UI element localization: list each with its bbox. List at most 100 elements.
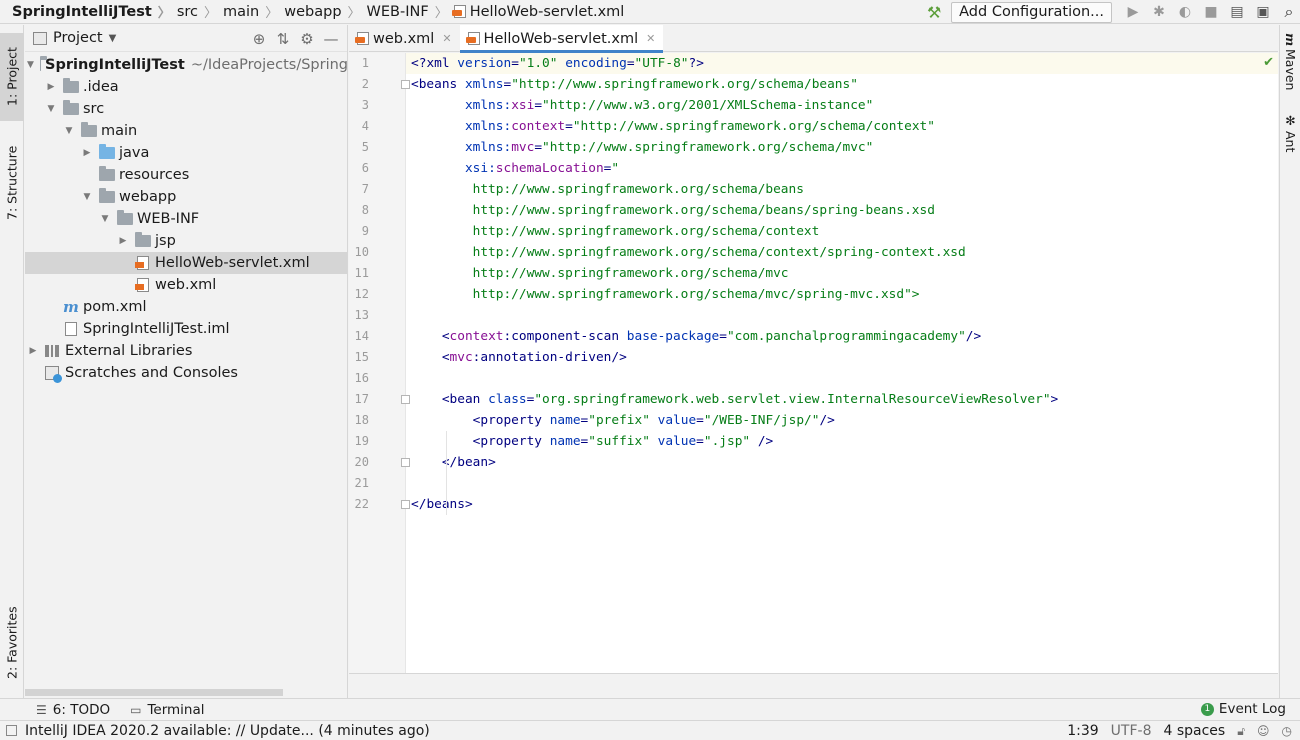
tab-web-xml[interactable]: web.xml ✕: [349, 25, 460, 52]
code-line[interactable]: http://www.springframework.org/schema/mv…: [411, 263, 1271, 284]
fold-marker-icon[interactable]: [401, 500, 410, 509]
file-encoding[interactable]: UTF-8: [1111, 723, 1152, 739]
code-line[interactable]: http://www.springframework.org/schema/be…: [411, 179, 1271, 200]
code-line[interactable]: http://www.springframework.org/schema/co…: [411, 242, 1271, 263]
inspector-icon[interactable]: ☺: [1257, 724, 1270, 738]
code-line[interactable]: <mvc:annotation-driven/>: [411, 347, 1271, 368]
code-line[interactable]: http://www.springframework.org/schema/mv…: [411, 284, 1271, 305]
code-line[interactable]: http://www.springframework.org/schema/be…: [411, 200, 1271, 221]
gear-icon[interactable]: ⚙: [295, 29, 319, 49]
locate-file-icon[interactable]: ⊕: [247, 29, 271, 49]
project-structure-icon[interactable]: ▤: [1226, 2, 1248, 22]
breadcrumb-file[interactable]: HelloWeb-servlet.xml: [451, 4, 624, 20]
code-line[interactable]: [411, 473, 1271, 494]
tree-item-iml[interactable]: SpringIntelliJTest.iml: [25, 318, 347, 340]
caret-position[interactable]: 1:39: [1067, 723, 1098, 739]
indent-setting[interactable]: 4 spaces: [1163, 723, 1225, 739]
code-line[interactable]: xsi:schemaLocation=": [411, 158, 1271, 179]
expanded-arrow-icon[interactable]: ▼: [27, 60, 34, 70]
collapsed-arrow-icon[interactable]: ▶: [117, 236, 129, 246]
code-content[interactable]: <?xml version="1.0" encoding="UTF-8"?> <b…: [411, 53, 1271, 515]
breadcrumb-web-inf[interactable]: WEB-INF 〉: [366, 2, 454, 22]
code-line[interactable]: <beans xmlns="http://www.springframework…: [411, 74, 1271, 95]
code-line[interactable]: http://www.springframework.org/schema/co…: [411, 221, 1271, 242]
code-line[interactable]: xmlns:xsi="http://www.w3.org/2001/XMLSch…: [411, 95, 1271, 116]
xml-file-icon: [465, 32, 480, 45]
debug-icon[interactable]: ✱: [1148, 2, 1170, 22]
tree-item-external-libraries[interactable]: ▶ External Libraries: [25, 340, 347, 362]
code-line[interactable]: xmlns:mvc="http://www.springframework.or…: [411, 137, 1271, 158]
code-line[interactable]: [411, 305, 1271, 326]
tree-item-pom-xml[interactable]: m pom.xml: [25, 296, 347, 318]
code-line[interactable]: <bean class="org.springframework.web.ser…: [411, 389, 1271, 410]
tree-item-jsp[interactable]: ▶ jsp: [25, 230, 347, 252]
tab-maven[interactable]: m Maven: [1280, 33, 1300, 93]
hide-panel-icon[interactable]: —: [319, 29, 343, 49]
build-hammer-icon[interactable]: ⚒: [923, 2, 945, 22]
expanded-arrow-icon[interactable]: ▼: [45, 104, 57, 114]
project-view-selector[interactable]: Project: [53, 30, 103, 46]
code-editor[interactable]: 1 2 3 4 5 6 7 8 9 10 11 12 13 14 15 16 17 18 19 20 21 22 <?xm…: [349, 53, 1278, 697]
fold-marker-icon[interactable]: [401, 458, 410, 467]
tab-project[interactable]: 1: Project: [0, 33, 24, 121]
tab-favorites[interactable]: 2: Favorites: [0, 595, 24, 691]
tree-item-resources[interactable]: resources: [25, 164, 347, 186]
breadcrumb-main[interactable]: main 〉: [223, 2, 284, 22]
expanded-arrow-icon[interactable]: ▼: [63, 126, 75, 136]
line-number: 15: [354, 350, 369, 364]
stop-icon[interactable]: ■: [1200, 2, 1222, 22]
search-icon[interactable]: ⌕: [1278, 2, 1300, 22]
close-icon[interactable]: ✕: [646, 32, 655, 45]
tree-item-helloweb-servlet-xml[interactable]: HelloWeb-servlet.xml: [25, 252, 347, 274]
run-icon[interactable]: ▶: [1122, 2, 1144, 22]
tree-item-main[interactable]: ▼ main: [25, 120, 347, 142]
collapsed-arrow-icon[interactable]: ▶: [45, 82, 57, 92]
code-line[interactable]: <context:component-scan base-package="co…: [411, 326, 1271, 347]
close-icon[interactable]: ✕: [442, 32, 451, 45]
tree-item-idea[interactable]: ▶ .idea: [25, 76, 347, 98]
tab-event-log[interactable]: 1 Event Log: [1200, 701, 1286, 717]
expanded-arrow-icon[interactable]: ▼: [99, 214, 111, 224]
tab-helloweb-servlet-xml[interactable]: HelloWeb-servlet.xml ✕: [459, 25, 664, 53]
tab-structure[interactable]: 7: Structure: [0, 125, 24, 241]
breadcrumb-label: WEB-INF: [366, 3, 429, 20]
tree-item-scratches[interactable]: Scratches and Consoles: [25, 362, 347, 384]
breadcrumb-src[interactable]: src 〉: [177, 2, 223, 22]
tree-item-src[interactable]: ▼ src: [25, 98, 347, 120]
fold-marker-icon[interactable]: [401, 395, 410, 404]
tree-item-web-xml[interactable]: web.xml: [25, 274, 347, 296]
tab-todo[interactable]: ☰ 6: TODO: [36, 702, 110, 718]
expanded-arrow-icon[interactable]: ▼: [81, 192, 93, 202]
tab-ant[interactable]: ✻ Ant: [1280, 113, 1300, 153]
add-configuration-button[interactable]: Add Configuration...: [951, 1, 1112, 23]
coverage-icon[interactable]: ◐: [1174, 2, 1196, 22]
chevron-down-icon[interactable]: ▼: [109, 33, 117, 44]
horizontal-scrollbar[interactable]: [25, 689, 283, 696]
code-line[interactable]: </beans>: [411, 494, 1271, 515]
tree-item-java[interactable]: ▶ java: [25, 142, 347, 164]
collapsed-arrow-icon[interactable]: ▶: [81, 148, 93, 158]
no-problems-check-icon: ✔: [1263, 55, 1274, 70]
tree-item-web-inf[interactable]: ▼ WEB-INF: [25, 208, 347, 230]
tree-item-webapp[interactable]: ▼ webapp: [25, 186, 347, 208]
right-tool-stripe: m Maven ✻ Ant: [1279, 25, 1300, 698]
code-line[interactable]: </bean>: [411, 452, 1271, 473]
code-line[interactable]: <property name="suffix" value=".jsp" />: [411, 431, 1271, 452]
breadcrumb-webapp[interactable]: webapp 〉: [284, 2, 366, 22]
lock-icon[interactable]: 🔓︎: [1237, 724, 1245, 739]
tab-terminal[interactable]: ▭ Terminal: [130, 702, 204, 718]
collapsed-arrow-icon[interactable]: ▶: [27, 346, 39, 356]
tree-item-root[interactable]: ▼ SpringIntelliJTest ~/IdeaProjects/Spri…: [25, 54, 347, 76]
editor-bottom-area: [349, 673, 1278, 697]
notifications-icon[interactable]: ◷: [1282, 724, 1292, 738]
status-message[interactable]: IntelliJ IDEA 2020.2 available: // Updat…: [0, 723, 430, 739]
presentation-icon[interactable]: ▣: [1252, 2, 1274, 22]
breadcrumb-project[interactable]: SpringIntelliJTest 〉: [0, 2, 177, 22]
code-line[interactable]: <?xml version="1.0" encoding="UTF-8"?>: [411, 53, 1271, 74]
code-line[interactable]: [411, 368, 1271, 389]
code-line[interactable]: xmlns:context="http://www.springframewor…: [411, 116, 1271, 137]
code-line[interactable]: <property name="prefix" value="/WEB-INF/…: [411, 410, 1271, 431]
fold-marker-icon[interactable]: [401, 80, 410, 89]
toggle-tool-windows-icon[interactable]: [6, 725, 17, 736]
collapse-all-icon[interactable]: ⇅: [271, 29, 295, 49]
